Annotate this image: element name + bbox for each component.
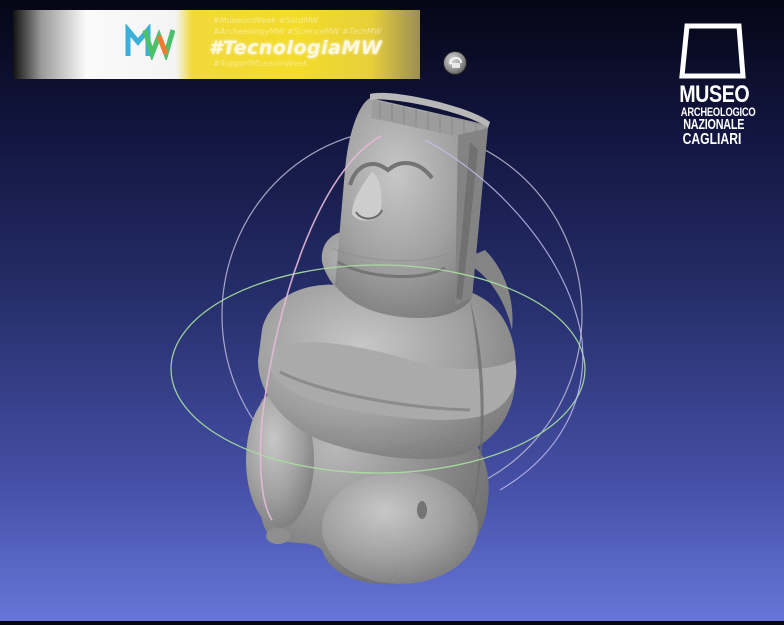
museum-logo: MUSEO ARCHEOLOGICO NAZIONALE CAGLIARI <box>672 22 756 148</box>
reset-view-icon <box>449 56 462 68</box>
museum-name-line4: CAGLIARI <box>682 131 742 148</box>
figurine-model <box>246 92 517 585</box>
3d-viewer-canvas[interactable] <box>0 0 784 621</box>
museum-name-line3: NAZIONALE <box>683 116 745 133</box>
banner-faded-line-3: #SupportMuseumWeek <box>213 59 308 68</box>
museum-name-line1: MUSEO <box>679 81 750 108</box>
banner-faded-line-1: #MuseumWeek #SardMW <box>213 16 319 25</box>
museumweek-banner: #MuseumWeek #SardMW #ArchaeologyMW #Scie… <box>13 10 420 79</box>
banner-faded-line-2: #ArchaeologyMW #ScienceMW #TechMW <box>213 27 382 36</box>
viewer-scene[interactable] <box>0 0 784 621</box>
museumweek-logo-icon <box>125 24 175 60</box>
reset-view-button[interactable] <box>443 51 467 75</box>
museum-trapezoid-icon <box>679 23 746 79</box>
banner-hashtag: #TecnologiaMW <box>209 37 383 59</box>
